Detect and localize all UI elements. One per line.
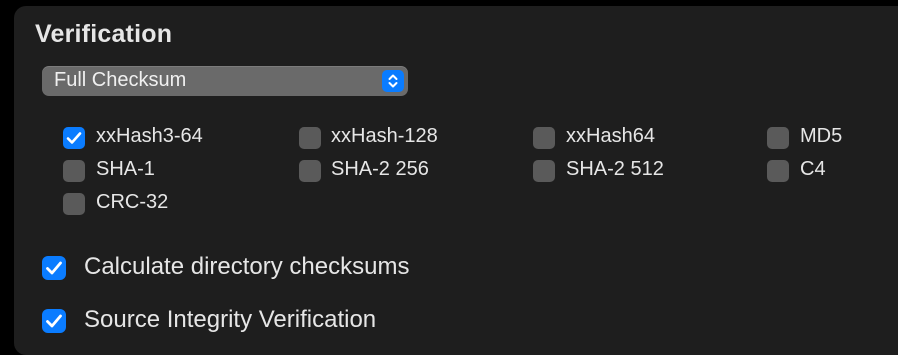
label-xxhash3-64: xxHash3-64 — [96, 125, 203, 147]
checkbox-c4[interactable] — [767, 160, 789, 182]
label-md5: MD5 — [800, 125, 843, 147]
checkmark-icon — [66, 132, 82, 144]
section-title: Verification — [35, 20, 173, 48]
label-sha-2-256: SHA-2 256 — [331, 158, 429, 180]
popup-stepper-icon — [382, 70, 404, 92]
label-sha-2-512: SHA-2 512 — [566, 158, 664, 180]
checkbox-sha-2-256[interactable] — [299, 160, 321, 182]
checkbox-xxhash64[interactable] — [533, 127, 555, 149]
checkbox-calculate-directory-checksums[interactable] — [42, 256, 66, 280]
checkbox-md5[interactable] — [767, 127, 789, 149]
checkmark-icon — [46, 314, 62, 328]
checksum-mode-value: Full Checksum — [54, 69, 187, 91]
checkmark-icon — [46, 261, 62, 275]
checkbox-sha-1[interactable] — [63, 160, 85, 182]
label-sha-1: SHA-1 — [96, 158, 155, 180]
label-c4: C4 — [800, 158, 826, 180]
label-calculate-directory-checksums: Calculate directory checksums — [84, 253, 410, 280]
checkbox-xxhash3-64[interactable] — [63, 127, 85, 149]
checkbox-crc-32[interactable] — [63, 193, 85, 215]
checkbox-sha-2-512[interactable] — [533, 160, 555, 182]
label-xxhash64: xxHash64 — [566, 125, 655, 147]
label-crc-32: CRC-32 — [96, 191, 169, 213]
label-source-integrity-verification: Source Integrity Verification — [84, 306, 377, 333]
label-xxhash-128: xxHash-128 — [331, 125, 438, 147]
checksum-mode-popup[interactable]: Full Checksum — [42, 66, 408, 96]
checkbox-xxhash-128[interactable] — [299, 127, 321, 149]
checkbox-source-integrity-verification[interactable] — [42, 309, 66, 333]
